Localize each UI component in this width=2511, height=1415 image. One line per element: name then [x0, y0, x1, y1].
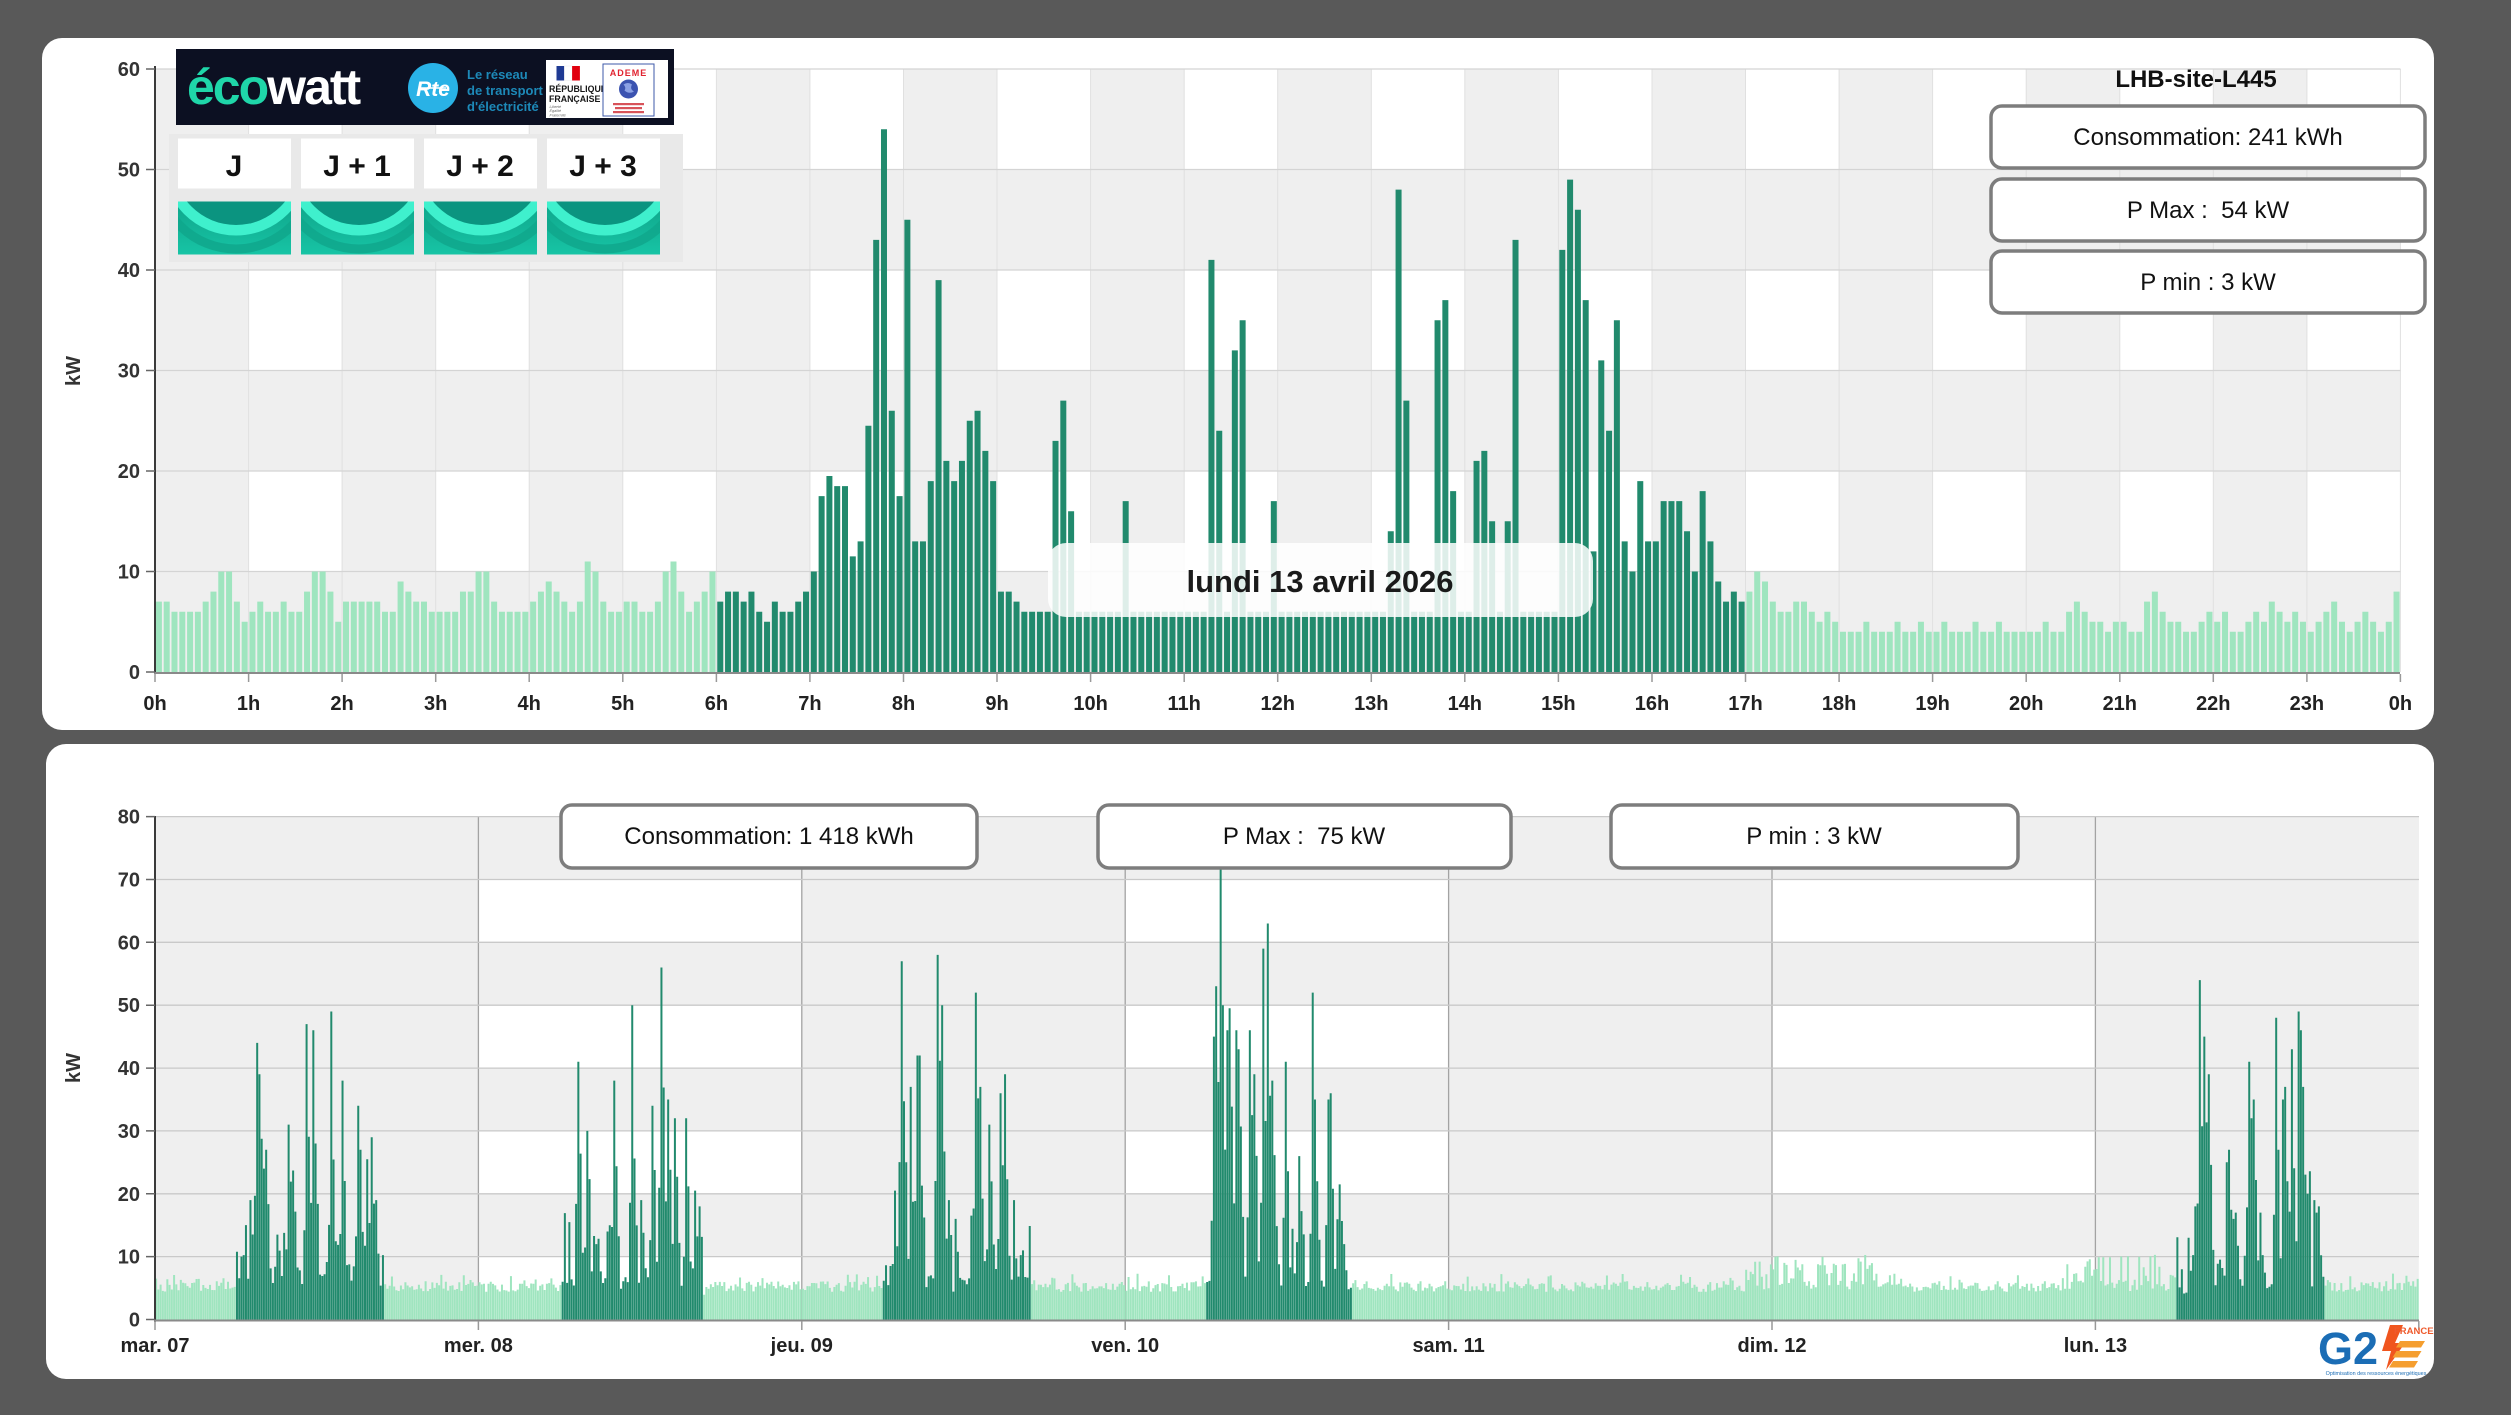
svg-text:60: 60	[118, 932, 140, 954]
svg-text:mar. 07: mar. 07	[121, 1335, 190, 1357]
svg-text:4h: 4h	[518, 693, 541, 715]
svg-text:2h: 2h	[330, 693, 353, 715]
svg-text:jeu. 09: jeu. 09	[770, 1335, 833, 1357]
svg-text:16h: 16h	[1635, 693, 1669, 715]
svg-text:0: 0	[129, 1310, 140, 1332]
svg-text:8h: 8h	[892, 693, 915, 715]
svg-text:40: 40	[118, 1058, 140, 1080]
svg-text:60: 60	[118, 59, 140, 81]
svg-text:18h: 18h	[1822, 693, 1856, 715]
svg-text:10: 10	[118, 1247, 140, 1269]
svg-text:21h: 21h	[2103, 693, 2137, 715]
svg-text:40: 40	[118, 260, 140, 282]
svg-text:20: 20	[118, 461, 140, 483]
svg-text:Consommation: 241 kWh: Consommation: 241 kWh	[2073, 124, 2342, 151]
svg-text:lun. 13: lun. 13	[2064, 1335, 2127, 1357]
svg-text:FRANÇAISE: FRANÇAISE	[549, 94, 600, 104]
svg-text:P Max : 75 kW: P Max : 75 kW	[1223, 823, 1386, 850]
svg-text:Optimisation des ressources én: Optimisation des ressources énergétiques	[2326, 1371, 2427, 1377]
svg-text:0h: 0h	[143, 693, 166, 715]
svg-text:P min : 3 kW: P min : 3 kW	[1746, 823, 1882, 850]
svg-text:Fraternité: Fraternité	[550, 113, 566, 117]
svg-text:7h: 7h	[798, 693, 821, 715]
svg-text:Consommation: 1 418 kWh: Consommation: 1 418 kWh	[624, 823, 913, 850]
svg-text:20: 20	[118, 1184, 140, 1206]
svg-text:12h: 12h	[1260, 693, 1294, 715]
svg-text:70: 70	[118, 870, 140, 892]
svg-text:11h: 11h	[1168, 693, 1201, 715]
svg-text:20h: 20h	[2009, 693, 2043, 715]
svg-text:Le réseau: Le réseau	[467, 67, 528, 82]
svg-text:9h: 9h	[985, 693, 1008, 715]
svg-text:50: 50	[118, 995, 140, 1017]
svg-text:J + 3: J + 3	[569, 150, 637, 183]
svg-text:d'électricité: d'électricité	[467, 99, 539, 114]
svg-text:3h: 3h	[424, 693, 447, 715]
svg-text:J + 1: J + 1	[323, 150, 391, 183]
svg-text:LHB-site-L445: LHB-site-L445	[2115, 66, 2276, 93]
svg-text:sam. 11: sam. 11	[1412, 1335, 1484, 1357]
svg-text:80: 80	[118, 807, 140, 829]
svg-text:de transport: de transport	[467, 83, 544, 98]
svg-text:30: 30	[118, 1121, 140, 1143]
svg-text:10h: 10h	[1073, 693, 1107, 715]
svg-text:15h: 15h	[1541, 693, 1575, 715]
svg-text:13h: 13h	[1354, 693, 1388, 715]
svg-text:écowatt: écowatt	[187, 59, 362, 115]
svg-text:P Max : 54 kW: P Max : 54 kW	[2127, 197, 2290, 224]
svg-text:G2: G2	[2318, 1323, 2378, 1374]
svg-text:1h: 1h	[237, 693, 260, 715]
svg-text:J + 2: J + 2	[446, 150, 514, 183]
svg-text:dim. 12: dim. 12	[1738, 1335, 1807, 1357]
svg-text:kW: kW	[63, 1053, 85, 1083]
svg-text:23h: 23h	[2290, 693, 2324, 715]
svg-text:14h: 14h	[1448, 693, 1482, 715]
svg-text:10: 10	[118, 562, 140, 584]
svg-text:J: J	[226, 150, 243, 183]
svg-text:FRANCE: FRANCE	[2394, 1326, 2434, 1337]
svg-text:ADEME: ADEME	[610, 68, 648, 78]
svg-text:19h: 19h	[1915, 693, 1949, 715]
svg-text:Rte: Rte	[416, 78, 450, 101]
svg-text:0: 0	[129, 662, 140, 684]
svg-text:30: 30	[118, 361, 140, 383]
svg-text:17h: 17h	[1728, 693, 1762, 715]
svg-text:RÉPUBLIQUE: RÉPUBLIQUE	[549, 84, 607, 94]
svg-text:0h: 0h	[2389, 693, 2412, 715]
svg-text:5h: 5h	[611, 693, 634, 715]
svg-text:P min : 3 kW: P min : 3 kW	[2140, 269, 2276, 296]
svg-text:lundi 13 avril 2026: lundi 13 avril 2026	[1186, 564, 1453, 599]
svg-text:50: 50	[118, 160, 140, 182]
svg-text:6h: 6h	[705, 693, 728, 715]
svg-text:mer. 08: mer. 08	[444, 1335, 513, 1357]
svg-text:22h: 22h	[2196, 693, 2230, 715]
svg-text:kW: kW	[63, 356, 85, 386]
svg-text:ven. 10: ven. 10	[1091, 1335, 1159, 1357]
